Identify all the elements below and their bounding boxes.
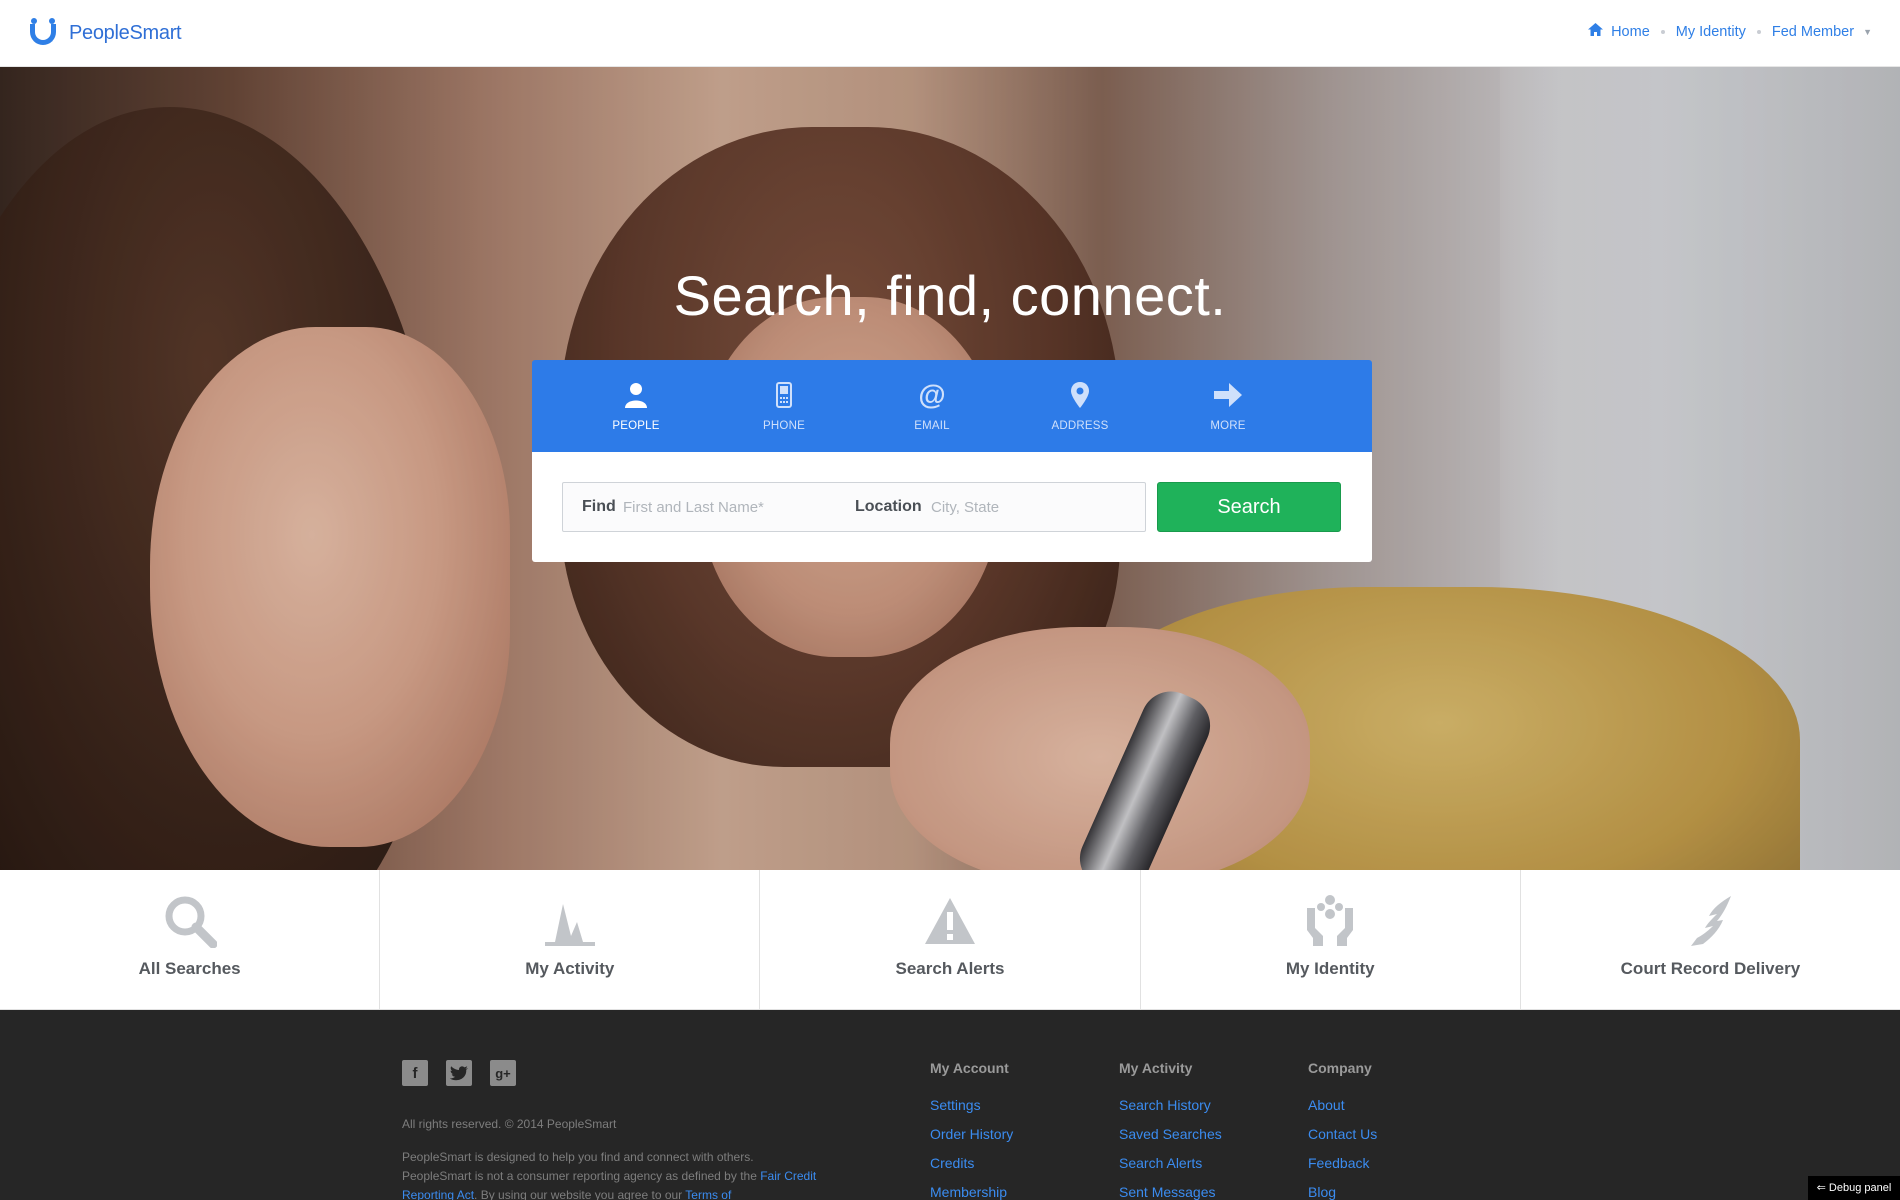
twitter-icon[interactable] [446,1060,472,1086]
search-widget: PEOPLE PHONE @ EMAIL ADDRESS MORE Find F… [532,360,1372,562]
legal-text: PeopleSmart is designed to help you find… [402,1148,822,1200]
tab-label: EMAIL [914,420,950,432]
phone-icon [710,380,858,410]
nav-separator [1756,29,1761,34]
footer-link-order-history[interactable]: Order History [930,1126,1013,1143]
tile-label: Court Record Delivery [1620,959,1801,978]
top-nav: Home My Identity Fed Member ▼ [1588,23,1872,40]
arrow-right-icon [1154,380,1302,410]
footer-col-my-account: My Account Settings Order History Credit… [930,1060,1013,1200]
tab-more[interactable]: MORE [1154,360,1302,452]
nav-my-identity-link[interactable]: My Identity [1676,24,1746,40]
footer-col-heading: My Account [930,1060,1009,1076]
tab-email[interactable]: @ EMAIL [858,360,1006,452]
feature-tiles: All Searches My Activity Search Alerts M… [0,870,1900,1010]
footer-link-credits[interactable]: Credits [930,1155,1013,1172]
tile-label: My Identity [1285,959,1375,978]
site-footer: f g+ All rights reserved. © 2014 PeopleS… [0,1010,1900,1200]
copyright-text: All rights reserved. © 2014 PeopleSmart [402,1117,617,1131]
peoplesmart-logo[interactable]: PeopleSmart [29,18,182,48]
hero-headline: Search, find, connect. [673,264,1227,327]
tab-people[interactable]: PEOPLE [562,360,710,452]
find-label: Find [582,498,616,515]
top-header: PeopleSmart Home My Identity Fed Member … [0,0,1900,67]
map-pin-icon [1006,380,1154,410]
logo-mark-icon [29,18,59,48]
tile-label: All Searches [138,959,241,978]
home-icon[interactable] [1588,23,1604,40]
magnifier-icon [0,894,379,950]
location-input[interactable] [931,494,1131,520]
search-fields: Find Location [562,482,1146,532]
warning-triangle-icon [760,894,1139,950]
winged-foot-icon [1521,894,1900,950]
chevron-down-icon[interactable]: ▼ [1863,27,1872,37]
legal-text-part: . By using our website you agree to our [474,1188,686,1200]
debug-panel-button[interactable]: ⇐ Debug panel [1808,1176,1900,1200]
tile-my-activity[interactable]: My Activity [380,870,761,1010]
footer-col-my-activity: My Activity Search History Saved Searche… [1119,1060,1222,1200]
person-icon [562,380,710,410]
at-icon: @ [918,379,946,410]
tab-label: PEOPLE [612,420,660,432]
terms-link[interactable]: Terms of [685,1188,731,1200]
footer-link-membership[interactable]: Membership [930,1184,1013,1200]
tab-address[interactable]: ADDRESS [1006,360,1154,452]
footer-link-search-history[interactable]: Search History [1119,1097,1222,1114]
tab-phone[interactable]: PHONE [710,360,858,452]
tile-label: Search Alerts [895,959,1005,978]
footer-col-heading: My Activity [1119,1060,1193,1076]
hero-banner: Search, find, connect. PEOPLE PHONE @ EM… [0,67,1900,870]
tab-label: ADDRESS [1051,420,1109,432]
footer-link-blog[interactable]: Blog [1308,1184,1377,1200]
tile-search-alerts[interactable]: Search Alerts [760,870,1141,1010]
activity-pulse-icon [380,894,759,950]
footer-link-saved-searches[interactable]: Saved Searches [1119,1126,1222,1143]
search-form: Find Location Search [532,452,1372,562]
facebook-icon[interactable]: f [402,1060,428,1086]
search-button[interactable]: Search [1157,482,1341,532]
tile-label: My Activity [525,959,615,978]
legal-text-part: PeopleSmart is designed to help you find… [402,1150,761,1183]
user-menu-link[interactable]: Fed Member [1772,24,1854,40]
footer-link-about[interactable]: About [1308,1097,1377,1114]
footer-col-company: Company About Contact Us Feedback Blog [1308,1060,1377,1200]
footer-col-heading: Company [1308,1060,1372,1076]
search-type-tabs: PEOPLE PHONE @ EMAIL ADDRESS MORE [532,360,1372,452]
social-links: f g+ [402,1060,516,1086]
footer-link-contact-us[interactable]: Contact Us [1308,1126,1377,1143]
identity-hands-icon [1141,894,1520,950]
footer-link-settings[interactable]: Settings [930,1097,1013,1114]
logo-text: PeopleSmart [69,21,182,44]
nav-home-link[interactable]: Home [1611,24,1650,40]
tile-my-identity[interactable]: My Identity [1141,870,1521,1010]
footer-link-feedback[interactable]: Feedback [1308,1155,1377,1172]
nav-separator [1660,29,1665,34]
tab-label: MORE [1210,420,1246,432]
name-input[interactable] [623,494,833,520]
location-label: Location [855,498,922,515]
tile-all-searches[interactable]: All Searches [0,870,381,1010]
footer-link-search-alerts[interactable]: Search Alerts [1119,1155,1222,1172]
tile-court-record-delivery[interactable]: Court Record Delivery [1521,870,1900,1010]
tab-label: PHONE [763,420,805,432]
google-plus-icon[interactable]: g+ [490,1060,516,1086]
footer-link-sent-messages[interactable]: Sent Messages [1119,1184,1222,1200]
